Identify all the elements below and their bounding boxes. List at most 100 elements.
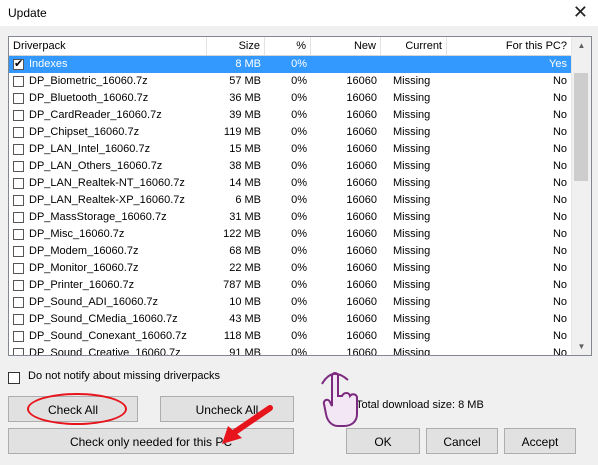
table-row[interactable]: DP_LAN_Intel_16060.7z 15 MB 0% 16060 Missing… (9, 141, 571, 158)
cell-new: 16060 (346, 262, 377, 274)
cell-driverpack: DP_Monitor_16060.7z (29, 262, 139, 274)
cell-percent: 0% (291, 143, 307, 155)
row-checkbox[interactable] (13, 144, 24, 155)
cell-new: 16060 (346, 279, 377, 291)
column-header-needed[interactable]: For this PC? (447, 37, 571, 55)
row-checkbox[interactable] (13, 110, 24, 121)
table-row[interactable]: DP_Biometric_16060.7z 57 MB 0% 16060 Missing… (9, 73, 571, 90)
row-checkbox[interactable] (13, 161, 24, 172)
table-row[interactable]: DP_LAN_Others_16060.7z 38 MB 0% 16060 Missin… (9, 158, 571, 175)
cell-current: Missing (393, 177, 431, 189)
table-row[interactable]: Indexes 8 MB 0% Yes (9, 56, 571, 73)
column-header-percent[interactable]: % (265, 37, 311, 55)
row-checkbox[interactable] (13, 195, 24, 206)
scroll-thumb[interactable] (574, 73, 588, 181)
cell-driverpack: DP_Misc_16060.7z (29, 228, 125, 240)
cell-new (311, 56, 381, 73)
title-bar: Update ✕ (0, 0, 598, 26)
cell-percent: 0% (291, 228, 307, 240)
table-row[interactable]: DP_MassStorage_16060.7z 31 MB 0% 16060 Missi… (9, 209, 571, 226)
table-row[interactable]: DP_LAN_Realtek-XP_16060.7z 6 MB 0% 16060 Mis… (9, 192, 571, 209)
total-download-size: Total download size: 8 MB (356, 399, 484, 411)
row-checkbox[interactable] (13, 314, 24, 325)
cell-needed: No (552, 296, 567, 308)
row-checkbox[interactable] (13, 212, 24, 223)
ok-button[interactable]: OK (346, 428, 420, 454)
scroll-down-arrow-icon[interactable]: ▼ (572, 338, 591, 355)
cell-driverpack: DP_Biometric_16060.7z (29, 75, 148, 87)
table-row[interactable]: DP_Sound_Conexant_16060.7z 118 MB 0% 16060 M… (9, 328, 571, 345)
cell-percent: 0% (291, 160, 307, 172)
cell-needed: No (552, 228, 567, 240)
vertical-scrollbar[interactable]: ▲ ▼ (571, 37, 591, 355)
cell-needed: No (552, 126, 567, 138)
row-checkbox[interactable] (13, 297, 24, 308)
cell-size: 10 MB (229, 296, 261, 308)
row-checkbox[interactable] (13, 331, 24, 342)
cell-needed: No (552, 347, 567, 356)
cell-driverpack: DP_Sound_CMedia_16060.7z (29, 313, 178, 325)
cell-driverpack: Indexes (29, 58, 68, 70)
table-row[interactable]: DP_Sound_ADI_16060.7z 10 MB 0% 16060 Missing… (9, 294, 571, 311)
cell-new: 16060 (346, 211, 377, 223)
table-row[interactable]: DP_Chipset_16060.7z 119 MB 0% 16060 Missing N… (9, 124, 571, 141)
cell-percent: 0% (291, 279, 307, 291)
accept-label: Accept (521, 435, 559, 449)
row-checkbox[interactable] (13, 56, 24, 73)
scroll-up-arrow-icon[interactable]: ▲ (572, 37, 591, 54)
accept-button[interactable]: Accept (504, 428, 576, 454)
row-checkbox[interactable] (13, 93, 24, 104)
annotation-highlight-ellipse (27, 393, 127, 425)
table-row[interactable]: DP_Printer_16060.7z 787 MB 0% 16060 Missing N… (9, 277, 571, 294)
table-row[interactable]: DP_LAN_Realtek-NT_16060.7z 14 MB 0% 16060 Mi… (9, 175, 571, 192)
cell-driverpack: DP_Sound_ADI_16060.7z (29, 296, 159, 308)
cell-size: 14 MB (229, 177, 261, 189)
cell-needed: No (552, 313, 567, 325)
cell-size: 6 MB (235, 194, 261, 206)
row-checkbox[interactable] (13, 76, 24, 87)
cell-needed: No (552, 211, 567, 223)
table-row[interactable]: DP_Sound_Creative_16060.7z 91 MB 0% 16060 Mi… (9, 345, 571, 356)
cell-size: 91 MB (229, 347, 261, 356)
column-header-new[interactable]: New (311, 37, 381, 55)
no-notify-checkbox[interactable] (8, 372, 20, 384)
list-header: Driverpack Size % New Current For this P… (9, 37, 571, 56)
table-row[interactable]: DP_Modem_16060.7z 68 MB 0% 16060 Missing No (9, 243, 571, 260)
row-checkbox[interactable] (13, 348, 24, 355)
table-row[interactable]: DP_Sound_CMedia_16060.7z 43 MB 0% 16060 Miss… (9, 311, 571, 328)
column-header-size[interactable]: Size (207, 37, 265, 55)
cell-current: Missing (393, 245, 431, 257)
cell-size: 39 MB (229, 109, 261, 121)
cell-current (381, 56, 447, 73)
cell-percent: 0% (291, 262, 307, 274)
cell-driverpack: DP_CardReader_16060.7z (29, 109, 162, 121)
table-row[interactable]: DP_Monitor_16060.7z 22 MB 0% 16060 Missing No (9, 260, 571, 277)
close-icon[interactable]: ✕ (573, 3, 588, 21)
row-checkbox[interactable] (13, 178, 24, 189)
check-needed-label: Check only needed for this PC (69, 435, 233, 449)
cell-current: Missing (393, 211, 431, 223)
no-notify-label: Do not notify about missing driverpacks (28, 370, 220, 382)
row-checkbox[interactable] (13, 263, 24, 274)
row-checkbox[interactable] (13, 127, 24, 138)
cell-percent: 0% (291, 245, 307, 257)
cell-current: Missing (393, 143, 431, 155)
cell-new: 16060 (346, 194, 377, 206)
cell-needed: No (552, 177, 567, 189)
cancel-button[interactable]: Cancel (426, 428, 498, 454)
cell-driverpack: DP_Printer_16060.7z (29, 279, 135, 291)
table-row[interactable]: DP_Misc_16060.7z 122 MB 0% 16060 Missing No (9, 226, 571, 243)
column-header-current[interactable]: Current (381, 37, 447, 55)
cell-current: Missing (393, 330, 431, 342)
table-row[interactable]: DP_Bluetooth_16060.7z 36 MB 0% 16060 Missing… (9, 90, 571, 107)
cell-needed: Yes (549, 58, 567, 70)
row-checkbox[interactable] (13, 229, 24, 240)
cell-size: 787 MB (223, 279, 261, 291)
row-checkbox[interactable] (13, 246, 24, 257)
driverpack-list[interactable]: Driverpack Size % New Current For this P… (8, 36, 592, 356)
row-checkbox[interactable] (13, 280, 24, 291)
table-row[interactable]: DP_CardReader_16060.7z 39 MB 0% 16060 Missin… (9, 107, 571, 124)
column-header-driverpack[interactable]: Driverpack (9, 37, 207, 55)
cell-percent: 0% (291, 194, 307, 206)
cell-driverpack: DP_LAN_Others_16060.7z (29, 160, 163, 172)
